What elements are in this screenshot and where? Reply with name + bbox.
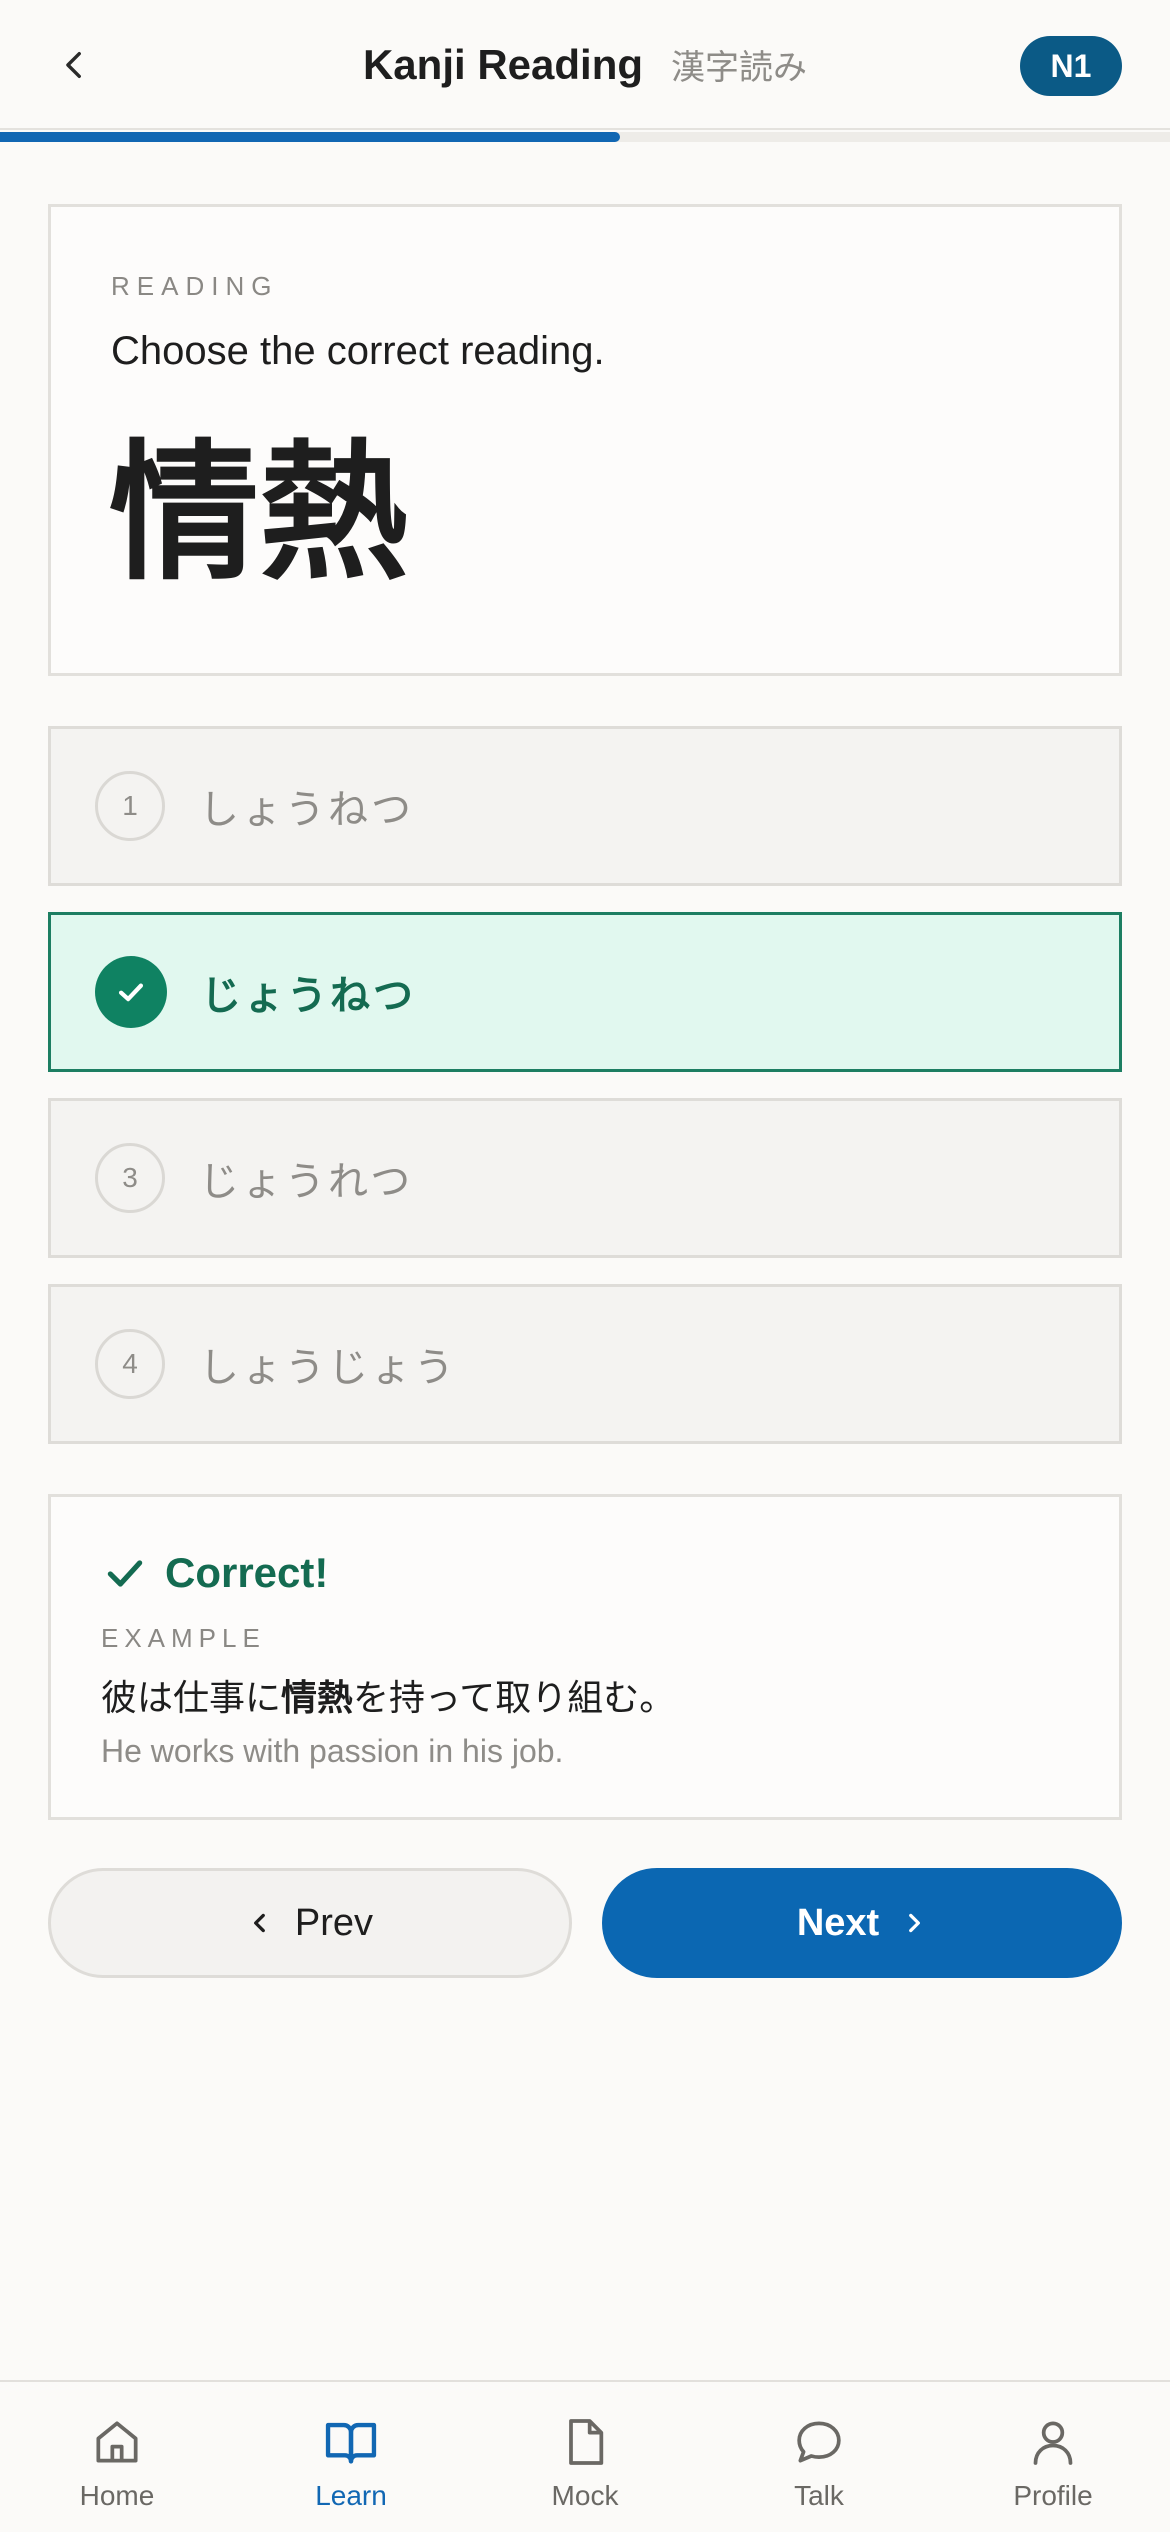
book-icon [321, 2412, 381, 2472]
feedback-card: Correct! EXAMPLE 彼は仕事に情熱を持って取り組む。 He wor… [48, 1494, 1122, 1820]
page-title-group: Kanji Reading 漢字読み [0, 40, 1170, 89]
tab-mock[interactable]: Mock [468, 2382, 702, 2532]
next-button-label: Next [796, 1901, 880, 1944]
person-icon [1023, 2412, 1083, 2472]
tab-home[interactable]: Home [0, 2382, 234, 2532]
question-type-label: READING [111, 271, 279, 301]
feedback-title: Correct! [165, 1549, 329, 1596]
progress-bar-fill [0, 132, 621, 142]
answer-option-3[interactable]: 3 じょうれつ [48, 1098, 1122, 1258]
prev-button[interactable]: Prev [48, 1868, 572, 1978]
option-text: しょうねつ [199, 787, 414, 833]
example-translation: He works with passion in his job. [101, 1733, 564, 1769]
tab-label: Learn [315, 2480, 387, 2511]
answer-option-2[interactable]: じょうねつ [48, 912, 1122, 1072]
document-icon [555, 2412, 615, 2472]
option-text: しょうじょう [199, 1345, 457, 1391]
check-icon [107, 1560, 143, 1587]
option-number-badge: 4 [95, 1329, 165, 1399]
option-text: じょうねつ [201, 973, 416, 1019]
example-sentence: 彼は仕事に情熱を持って取り組む。 [101, 1669, 675, 1721]
tab-label: Home [79, 2480, 155, 2511]
option-number-badge: 3 [95, 1143, 165, 1213]
chevron-right-icon [909, 1913, 921, 1933]
feedback-header: Correct! [103, 1549, 328, 1597]
example-label: EXAMPLE [101, 1623, 266, 1653]
example-sentence-highlight: 情熱 [281, 1678, 354, 1719]
page-title: Kanji Reading [362, 41, 644, 88]
top-app-bar: Kanji Reading 漢字読み N1 [0, 0, 1170, 130]
next-button[interactable]: Next [602, 1868, 1122, 1978]
chevron-left-icon [253, 1913, 265, 1933]
option-text: じょうれつ [199, 1159, 414, 1205]
question-prompt: Choose the correct reading. [111, 329, 605, 373]
example-sentence-end: を持って取り組む。 [353, 1678, 676, 1719]
home-icon [87, 2412, 147, 2472]
answer-option-1[interactable]: 1 しょうねつ [48, 726, 1122, 886]
tab-talk[interactable]: Talk [702, 2382, 936, 2532]
question-kanji: 情熱 [109, 427, 410, 601]
level-badge[interactable]: N1 [1020, 36, 1122, 96]
bottom-tab-bar: Home Learn Mock Talk Profile [0, 2380, 1170, 2532]
checkmark-circle-icon [95, 956, 167, 1028]
chat-bubble-icon [789, 2412, 849, 2472]
progress-bar [0, 132, 1170, 142]
example-sentence-start: 彼は仕事に [101, 1678, 282, 1719]
page-subtitle: 漢字読み [671, 48, 808, 88]
tab-label: Profile [1013, 2480, 1093, 2511]
tab-learn[interactable]: Learn [234, 2382, 468, 2532]
tab-label: Mock [551, 2480, 619, 2511]
question-card: READING Choose the correct reading. 情熱 [48, 204, 1122, 676]
answer-option-4[interactable]: 4 しょうじょう [48, 1284, 1122, 1444]
tab-label: Talk [794, 2480, 844, 2511]
option-number-badge: 1 [95, 771, 165, 841]
prev-button-label: Prev [294, 1901, 374, 1944]
tab-profile[interactable]: Profile [936, 2382, 1170, 2532]
